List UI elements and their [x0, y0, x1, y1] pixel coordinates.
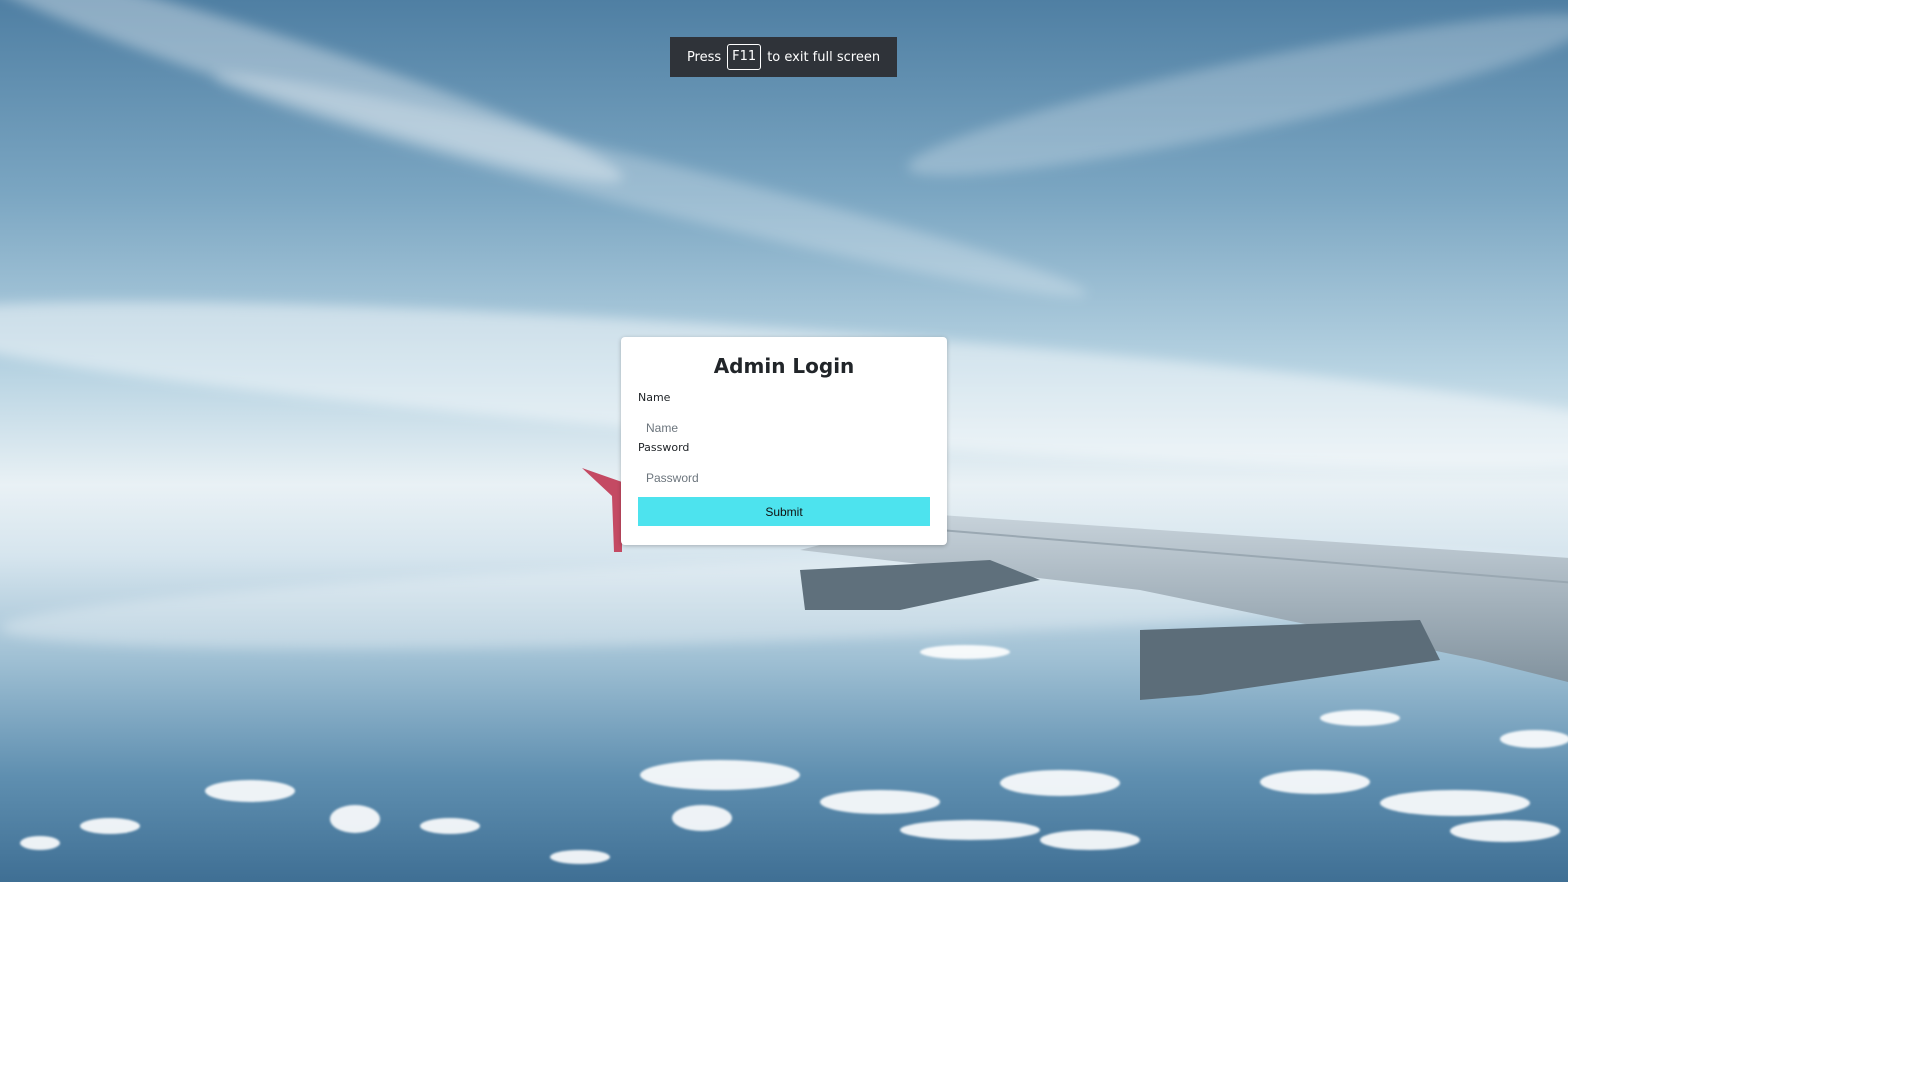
cloud [205, 780, 295, 802]
cloud [640, 760, 800, 790]
name-label: Name [638, 391, 671, 404]
background-sky: Press F11 to exit full screen Admin Logi… [0, 0, 1568, 882]
fullscreen-notice-suffix: to exit full screen [767, 49, 881, 65]
login-card: Admin Login Name Password Submit [621, 337, 947, 545]
cloud [1000, 770, 1120, 796]
fullscreen-notice: Press F11 to exit full screen [670, 37, 897, 77]
cloud [420, 818, 480, 834]
cloud [80, 818, 140, 834]
name-input[interactable] [638, 415, 930, 441]
cloud [330, 805, 380, 833]
airplane-winglet [582, 468, 622, 552]
cloud [1260, 770, 1370, 794]
f11-key-badge: F11 [727, 44, 762, 70]
cloud [1500, 730, 1568, 748]
login-title: Admin Login [713, 354, 855, 378]
cloud-streak [900, 0, 1568, 203]
password-label: Password [638, 441, 690, 454]
cloud [820, 790, 940, 814]
cloud [1040, 830, 1140, 850]
cloud [1450, 820, 1560, 842]
submit-button[interactable]: Submit [638, 497, 930, 526]
fullscreen-notice-prefix: Press [686, 49, 722, 65]
cloud [672, 805, 732, 831]
cloud [1380, 790, 1530, 816]
cloud [20, 836, 60, 850]
password-input[interactable] [638, 465, 930, 491]
cloud-streak [207, 51, 1093, 319]
cloud [900, 820, 1040, 840]
cloud [550, 850, 610, 864]
